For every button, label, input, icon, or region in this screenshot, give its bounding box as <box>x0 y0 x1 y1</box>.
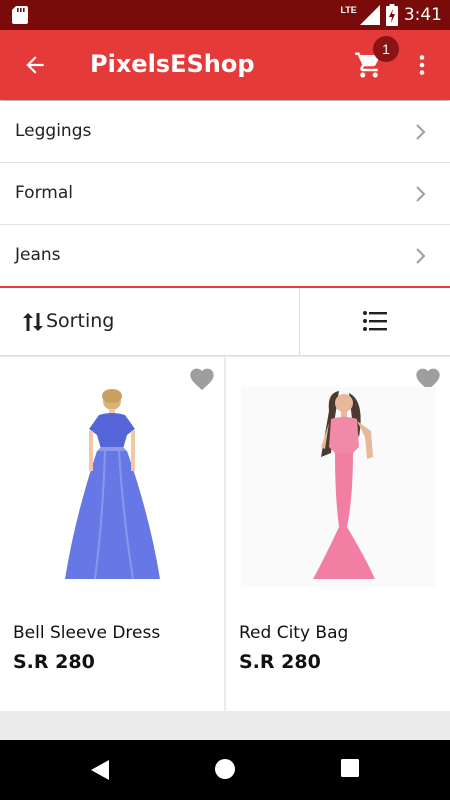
product-image-pink-gown <box>241 387 436 587</box>
list-view-button[interactable] <box>301 288 450 356</box>
product-price: S.R 280 <box>239 651 321 673</box>
back-arrow-icon[interactable] <box>22 52 48 78</box>
app-title: PixelsEShop <box>90 50 255 78</box>
product-image-blue-gown <box>65 389 160 580</box>
more-options-icon[interactable] <box>410 53 434 77</box>
category-label: Leggings <box>15 121 92 141</box>
product-card[interactable]: Red City Bag S.R 280 <box>226 357 450 711</box>
product-grid: Bell Sleeve Dress S.R 280 Red City Bag S… <box>0 357 450 712</box>
battery-charging-icon <box>385 4 398 26</box>
category-item-leggings[interactable]: Leggings <box>0 101 450 163</box>
product-card[interactable]: Bell Sleeve Dress S.R 280 <box>0 357 224 711</box>
clock: 3:41 <box>403 5 442 25</box>
product-price: S.R 280 <box>13 651 95 673</box>
product-name: Bell Sleeve Dress <box>13 623 161 643</box>
product-name: Red City Bag <box>239 623 349 643</box>
network-type: LTE <box>340 5 357 15</box>
nav-back-icon[interactable] <box>89 758 111 782</box>
cart-count-badge: 1 <box>373 36 399 62</box>
signal-icon <box>359 5 380 25</box>
status-bar: LTE 3:41 <box>0 0 450 30</box>
nav-recents-icon[interactable] <box>340 758 360 778</box>
system-navigation-bar <box>0 740 450 800</box>
category-label: Formal <box>15 183 73 203</box>
list-view-icon <box>363 311 387 331</box>
sorting-button[interactable]: Sorting <box>0 288 300 356</box>
category-item-jeans[interactable]: Jeans <box>0 225 450 288</box>
chevron-right-icon <box>416 186 426 202</box>
chevron-right-icon <box>416 248 426 264</box>
nav-home-icon[interactable] <box>214 758 236 780</box>
category-item-formal[interactable]: Formal <box>0 163 450 225</box>
sorting-label: Sorting <box>46 310 115 332</box>
category-label: Jeans <box>15 245 61 265</box>
sd-card-icon <box>12 6 28 24</box>
sort-arrows-icon <box>23 313 43 331</box>
sort-toolbar: Sorting <box>0 288 450 356</box>
chevron-right-icon <box>416 124 426 140</box>
category-list: Leggings Formal Jeans <box>0 101 450 288</box>
